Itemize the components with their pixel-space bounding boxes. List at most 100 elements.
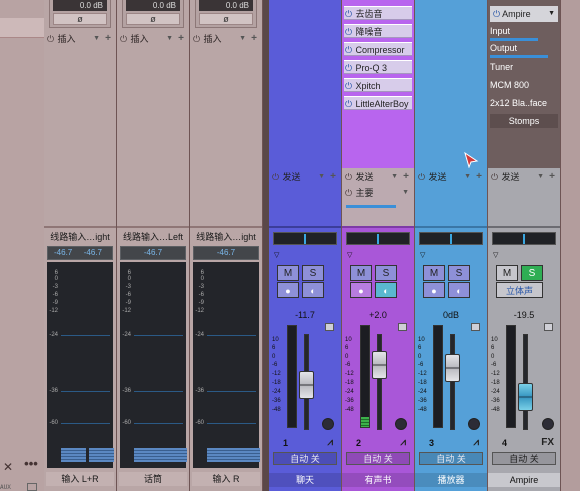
- monitor-button[interactable]: ◐: [302, 282, 324, 298]
- plugin-insert[interactable]: ⏻ Compressor: [344, 42, 412, 56]
- pan-knob[interactable]: [273, 232, 337, 245]
- automation-button[interactable]: 自动 关: [419, 452, 483, 465]
- power-icon[interactable]: ⏻: [344, 186, 353, 200]
- power-icon[interactable]: ⏻: [344, 43, 353, 57]
- pan-label[interactable]: ▽: [342, 250, 414, 262]
- solo-button[interactable]: S: [375, 265, 397, 281]
- mute-button[interactable]: M: [277, 265, 299, 281]
- automation-button[interactable]: 自动 关: [346, 452, 410, 465]
- pan-knob[interactable]: [419, 232, 483, 245]
- amp-output-slider[interactable]: [490, 55, 548, 58]
- amp-mic[interactable]: 2x12 Bla..face: [490, 97, 558, 110]
- automation-button[interactable]: 自动 关: [273, 452, 337, 465]
- channel-name[interactable]: 聊天: [269, 473, 341, 487]
- expand-button[interactable]: [471, 323, 480, 331]
- send-row[interactable]: ⏻ 发送 ▼ +: [271, 170, 339, 184]
- gain-value[interactable]: 0.0 dB: [53, 0, 107, 11]
- power-icon[interactable]: ⏻: [119, 32, 128, 46]
- amp-tuner[interactable]: Tuner: [490, 61, 558, 74]
- stereo-button[interactable]: 立体声: [496, 282, 543, 298]
- channel-name[interactable]: 播放器: [415, 473, 487, 487]
- send-row[interactable]: ⏻ 发送 ▼ +: [344, 170, 412, 184]
- keyboard-icon[interactable]: [27, 483, 37, 491]
- volume-value[interactable]: -11.7: [269, 309, 341, 321]
- channel-name[interactable]: Ampire: [488, 473, 560, 487]
- power-icon[interactable]: ⏻: [490, 170, 499, 184]
- power-icon[interactable]: ⏻: [493, 9, 500, 19]
- record-icon[interactable]: [542, 418, 554, 430]
- plugin-insert[interactable]: ⏻ Xpitch: [344, 78, 412, 92]
- send-main-row[interactable]: ⏻ 主要 ▼: [344, 186, 412, 200]
- close-icon[interactable]: ✕: [2, 460, 14, 474]
- channel-name[interactable]: 话筒: [119, 472, 187, 486]
- phase-button[interactable]: ø: [53, 13, 107, 25]
- pan-label[interactable]: ▽: [488, 250, 560, 262]
- insert-row[interactable]: ⏻ 插入 ▼ +: [192, 32, 260, 46]
- record-arm-button[interactable]: ●: [350, 282, 372, 298]
- amp-stomps[interactable]: Stomps: [490, 114, 558, 128]
- pan-label[interactable]: ▽: [269, 250, 341, 262]
- volume-value[interactable]: 0dB: [415, 309, 487, 321]
- monitor-button[interactable]: ◐: [448, 282, 470, 298]
- power-icon[interactable]: ⏻: [46, 32, 55, 46]
- mute-button[interactable]: M: [423, 265, 445, 281]
- scroll-area[interactable]: [561, 0, 580, 491]
- solo-button[interactable]: S: [521, 265, 543, 281]
- plugin-insert[interactable]: ⏻ LittleAlterBoy: [344, 96, 412, 110]
- waveform-icon[interactable]: ⩘: [327, 437, 333, 448]
- power-icon[interactable]: ⏻: [417, 170, 426, 184]
- gain-value[interactable]: 0.0 dB: [199, 0, 253, 11]
- phase-button[interactable]: ø: [199, 13, 253, 25]
- pan-label[interactable]: ▽: [415, 250, 487, 262]
- phase-button[interactable]: ø: [126, 13, 180, 25]
- send-row[interactable]: ⏻ 发送 ▼ +: [490, 170, 558, 184]
- power-icon[interactable]: ⏻: [344, 7, 353, 21]
- insert-row[interactable]: ⏻ 插入 ▼ +: [119, 32, 187, 46]
- input-source-label[interactable]: 线路输入…ight: [190, 230, 262, 244]
- monitor-button[interactable]: ◐: [375, 282, 397, 298]
- power-icon[interactable]: ⏻: [271, 170, 280, 184]
- amp-cabinet[interactable]: MCM 800: [490, 79, 558, 92]
- mute-button[interactable]: M: [350, 265, 372, 281]
- channel-name[interactable]: 有声书: [342, 473, 414, 487]
- waveform-icon[interactable]: ⩘: [400, 437, 406, 448]
- solo-button[interactable]: S: [302, 265, 324, 281]
- volume-value[interactable]: +2.0: [342, 309, 414, 321]
- input-source-label[interactable]: 线路输入…Left: [117, 230, 189, 244]
- channel-name[interactable]: 输入 R: [192, 472, 260, 486]
- send-row[interactable]: ⏻ 发送 ▼ +: [417, 170, 485, 184]
- volume-value[interactable]: -19.5: [488, 309, 560, 321]
- gain-value[interactable]: 0.0 dB: [126, 0, 180, 11]
- amp-input-slider[interactable]: [490, 38, 538, 41]
- record-icon[interactable]: [468, 418, 480, 430]
- insert-row[interactable]: ⏻ 插入 ▼ +: [46, 32, 114, 46]
- record-arm-button[interactable]: ●: [277, 282, 299, 298]
- power-icon[interactable]: ⏻: [344, 79, 353, 93]
- power-icon[interactable]: ⏻: [344, 25, 353, 39]
- record-icon[interactable]: [395, 418, 407, 430]
- pan-knob[interactable]: [492, 232, 556, 245]
- mute-button[interactable]: M: [496, 265, 518, 281]
- amp-plugin-slot[interactable]: ⏻ Ampire ▼: [490, 6, 558, 22]
- fader-handle[interactable]: [299, 371, 314, 399]
- plugin-insert[interactable]: ⏻ 降噪音: [344, 24, 412, 38]
- fx-label[interactable]: FX: [541, 437, 554, 448]
- power-icon[interactable]: ⏻: [192, 32, 201, 46]
- solo-button[interactable]: S: [448, 265, 470, 281]
- fader-handle[interactable]: [445, 354, 460, 382]
- expand-button[interactable]: [398, 323, 407, 331]
- send-level-bar[interactable]: [346, 205, 396, 208]
- expand-button[interactable]: [544, 323, 553, 331]
- plugin-insert[interactable]: ⏻ 去齿音: [344, 6, 412, 20]
- fader-handle[interactable]: [372, 351, 387, 379]
- power-icon[interactable]: ⏻: [344, 61, 353, 75]
- expand-button[interactable]: [325, 323, 334, 331]
- pan-knob[interactable]: [346, 232, 410, 245]
- record-arm-button[interactable]: ●: [423, 282, 445, 298]
- power-icon[interactable]: ⏻: [344, 170, 353, 184]
- channel-name[interactable]: 输入 L+R: [46, 472, 114, 486]
- waveform-icon[interactable]: ⩘: [473, 437, 479, 448]
- input-source-label[interactable]: 线路输入…ight: [44, 230, 116, 244]
- power-icon[interactable]: ⏻: [344, 97, 353, 111]
- more-options-icon[interactable]: •••: [20, 457, 42, 472]
